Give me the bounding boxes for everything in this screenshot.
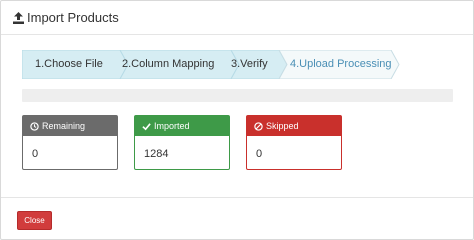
- close-button[interactable]: Close: [17, 211, 52, 230]
- remaining-value: 0: [32, 148, 39, 160]
- remaining-panel: Remaining 0: [22, 115, 118, 170]
- skipped-value: 0: [256, 148, 263, 160]
- upload-icon: [13, 12, 24, 24]
- ban-icon: [254, 121, 263, 131]
- modal-footer-divider: [1, 197, 473, 198]
- skipped-panel-header: Skipped: [247, 116, 341, 136]
- skipped-panel: Skipped 0: [246, 115, 342, 170]
- imported-panel: Imported 1284: [134, 115, 230, 170]
- remaining-label: Remaining: [42, 121, 86, 131]
- import-wizard-steps: 1.Choose File 2.Column Mapping 3.Verify …: [22, 50, 452, 79]
- imported-label: Imported: [154, 121, 190, 131]
- imported-value: 1284: [144, 148, 169, 160]
- imported-panel-header: Imported: [135, 116, 229, 136]
- upload-progress-bar: [22, 89, 453, 102]
- wizard-step-3[interactable]: 3.Verify: [231, 58, 268, 70]
- wizard-step-4[interactable]: 4.Upload Processing: [290, 58, 392, 70]
- modal-header: Import Products: [1, 1, 473, 35]
- modal-title: Import Products: [27, 10, 119, 25]
- wizard-step-1[interactable]: 1.Choose File: [35, 58, 103, 70]
- skipped-label: Skipped: [266, 121, 299, 131]
- clock-icon: [30, 121, 39, 131]
- check-icon: [142, 122, 151, 130]
- wizard-step-2[interactable]: 2.Column Mapping: [122, 58, 214, 70]
- import-products-modal: Import Products 1.Choose File 2.Column M…: [0, 0, 474, 240]
- remaining-panel-header: Remaining: [23, 116, 117, 136]
